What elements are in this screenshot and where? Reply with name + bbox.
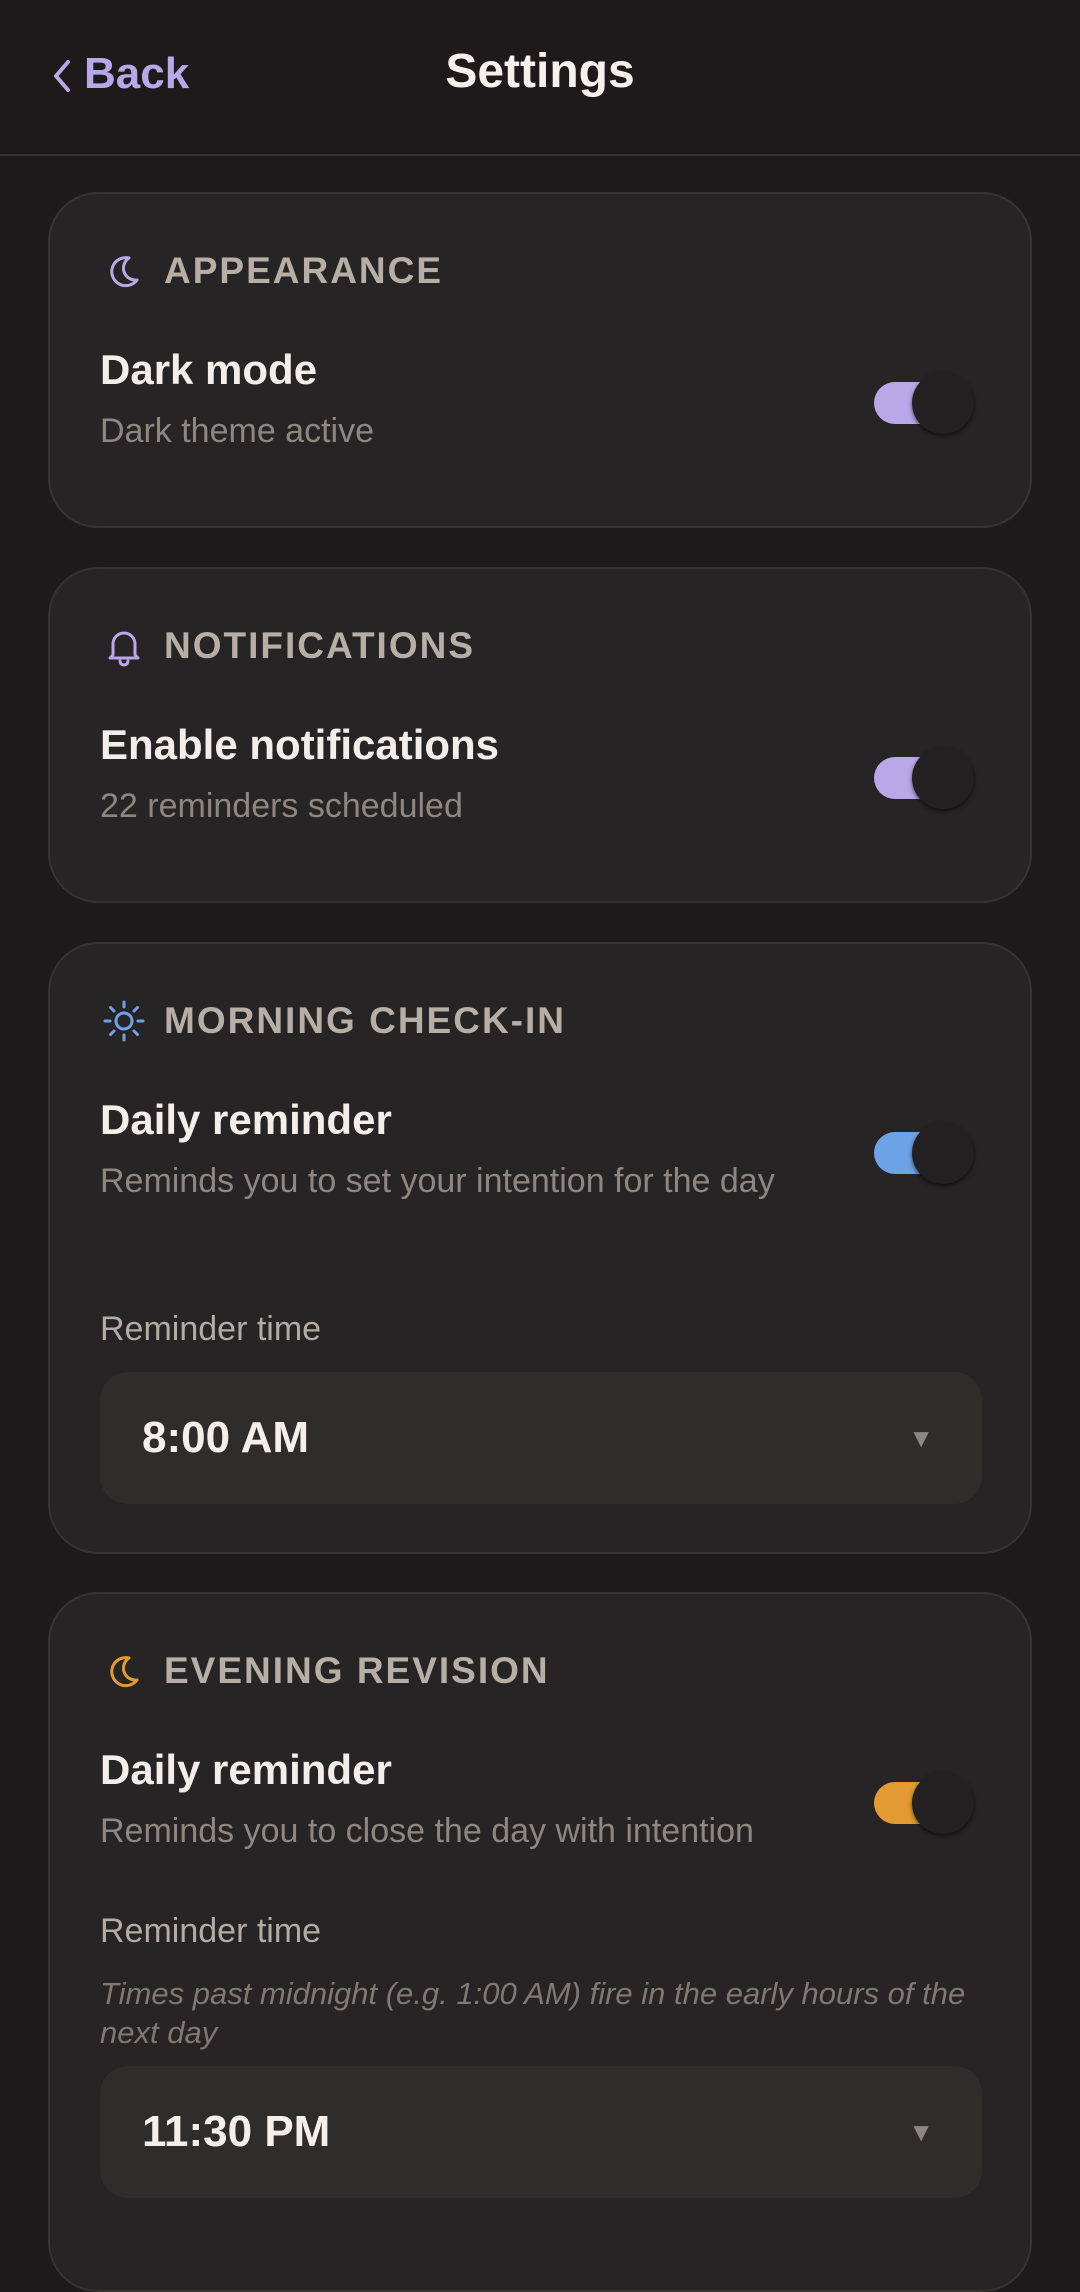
morning-daily-reminder-description: Reminds you to set your intention for th…: [100, 1162, 775, 1200]
toggle-knob: [912, 1772, 974, 1834]
evening-daily-reminder-label: Daily reminder: [100, 1746, 392, 1793]
morning-checkin-card: MORNING CHECK-IN Daily reminder Reminds …: [48, 942, 1032, 1554]
appearance-section-title: APPEARANCE: [164, 250, 444, 291]
evening-reminder-toggle[interactable]: [874, 1772, 974, 1834]
sun-icon: [103, 1000, 145, 1042]
evening-reminder-time-select[interactable]: 11:30 PM ▼: [100, 2066, 982, 2198]
moon-icon: [110, 256, 139, 288]
selected-time: 8:00 AM: [142, 1413, 310, 1462]
notifications-section-title: NOTIFICATIONS: [164, 625, 476, 666]
appearance-section-header: APPEARANCE: [102, 246, 443, 296]
dropdown-arrow-icon: ▼: [908, 2117, 934, 2147]
appearance-card: APPEARANCE Dark mode Dark theme active: [48, 192, 1032, 528]
dark-mode-description: Dark theme active: [100, 412, 374, 450]
page-title: Settings: [445, 45, 635, 98]
enable-notifications-label: Enable notifications: [100, 721, 500, 768]
dropdown-arrow-icon: ▼: [908, 1423, 934, 1453]
evening-section-header: EVENING REVISION: [102, 1646, 550, 1696]
toggle-knob: [912, 747, 974, 809]
morning-reminder-time-label: Reminder time: [100, 1310, 322, 1348]
notifications-card: NOTIFICATIONS Enable notifications 22 re…: [48, 567, 1032, 903]
evening-reminder-time-label: Reminder time: [100, 1912, 322, 1950]
moon-icon: [110, 1656, 139, 1688]
reminders-scheduled-count: 22 reminders scheduled: [100, 787, 463, 825]
bell-icon: [108, 631, 140, 667]
morning-section-title: MORNING CHECK-IN: [164, 1000, 566, 1041]
toggle-knob: [912, 372, 974, 434]
evening-daily-reminder-description: Reminds you to close the day with intent…: [100, 1812, 754, 1850]
dark-mode-toggle[interactable]: [874, 372, 974, 434]
evening-revision-card: EVENING REVISION Daily reminder Reminds …: [48, 1592, 1032, 2292]
selected-time: 11:30 PM: [142, 2107, 331, 2156]
morning-reminder-time-select[interactable]: 8:00 AM ▼: [100, 1372, 982, 1504]
toggle-knob: [912, 1122, 974, 1184]
notifications-section-header: NOTIFICATIONS: [102, 621, 475, 671]
notifications-toggle[interactable]: [874, 747, 974, 809]
evening-reminder-time-hint: Times past midnight (e.g. 1:00 AM) fire …: [100, 1976, 966, 2050]
dark-mode-label: Dark mode: [100, 346, 318, 393]
morning-daily-reminder-label: Daily reminder: [100, 1096, 392, 1143]
morning-section-header: MORNING CHECK-IN: [102, 996, 566, 1046]
morning-reminder-toggle[interactable]: [874, 1122, 974, 1184]
evening-section-title: EVENING REVISION: [164, 1650, 550, 1691]
top-bar: Back Settings: [0, 0, 1080, 156]
